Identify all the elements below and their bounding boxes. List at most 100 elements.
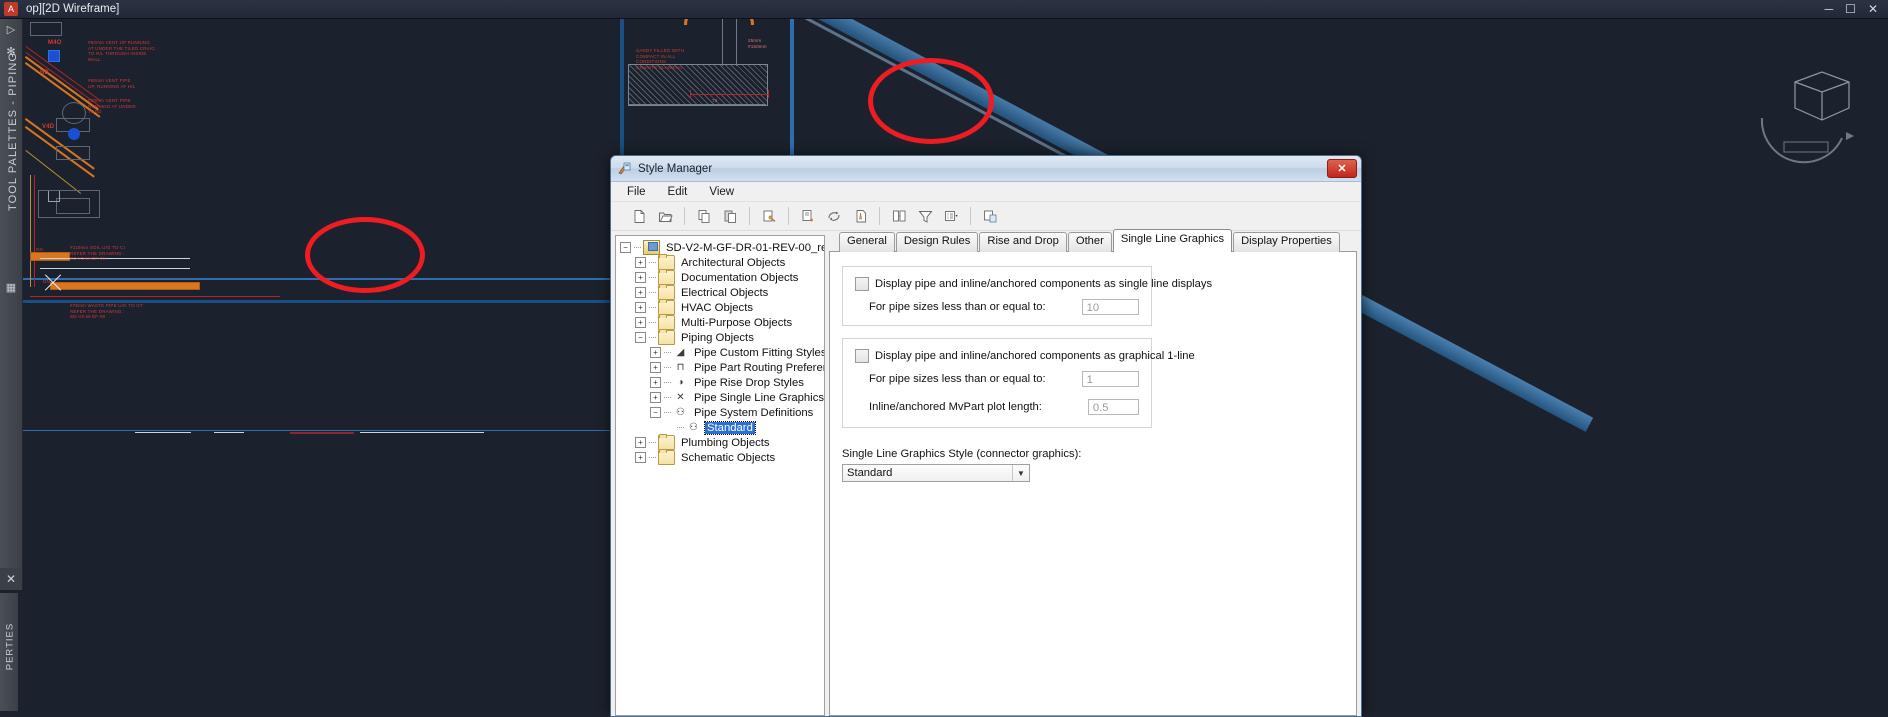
drawing-icon	[643, 240, 660, 255]
expand-icon[interactable]: +	[635, 317, 646, 328]
view-cube-icon	[1760, 71, 1854, 164]
collapse-icon[interactable]: −	[635, 332, 646, 343]
toggle-view-icon[interactable]	[887, 204, 911, 228]
single-line-size-input[interactable]: 10	[1081, 299, 1139, 315]
tree-node[interactable]: − Piping Objects	[616, 329, 824, 345]
new-drawing-icon[interactable]	[627, 204, 651, 228]
cad-fixture	[56, 146, 90, 160]
toolbar-separator	[970, 207, 971, 225]
tree-node[interactable]: + Plumbing Objects	[616, 434, 824, 450]
single-line-graphics-panel: Display pipe and inline/anchored compone…	[829, 251, 1357, 716]
tree-node[interactable]: + HVAC Objects	[616, 299, 824, 315]
expand-icon[interactable]: +	[635, 437, 646, 448]
annotation-ellipse-right	[868, 58, 994, 144]
pin-icon[interactable]: ▷	[0, 18, 22, 40]
tree-node-label: Architectural Objects	[681, 256, 786, 269]
view-options-icon[interactable]	[939, 204, 963, 228]
window-controls[interactable]: ─ ☐ ✕	[1825, 3, 1888, 15]
grid-icon[interactable]: ▦	[0, 276, 22, 298]
menu-item-file[interactable]: File	[623, 185, 650, 199]
dialog-menubar[interactable]: File Edit View	[611, 182, 1361, 202]
pipe-single-line-icon: ✕	[676, 392, 685, 403]
tab-other[interactable]: Other	[1067, 232, 1112, 252]
chevron-down-icon[interactable]: ▼	[1012, 465, 1029, 481]
style-tree[interactable]: − SD-V2-M-GF-DR-01-REV-00_recover.dw + Arch…	[615, 235, 825, 716]
filter-style-type-icon[interactable]	[913, 204, 937, 228]
tree-node[interactable]: − SD-V2-M-GF-DR-01-REV-00_recover.dw	[616, 240, 824, 255]
tree-node[interactable]: + Electrical Objects	[616, 284, 824, 300]
cad-pipe-orange	[50, 282, 200, 290]
tree-node-label: Pipe System Definitions	[694, 406, 814, 419]
tree-node[interactable]: + Multi-Purpose Objects	[616, 314, 824, 330]
expand-icon[interactable]: +	[635, 272, 646, 283]
connector-style-combobox[interactable]: Standard ▼	[842, 464, 1030, 482]
expand-icon[interactable]: +	[650, 392, 661, 403]
tree-node[interactable]: ⚇ Standard	[616, 420, 824, 435]
menu-item-view[interactable]: View	[705, 185, 738, 199]
collapse-icon[interactable]: −	[620, 242, 631, 253]
properties-palette-panel[interactable]: PERTIES	[0, 593, 18, 711]
tool-palettes-piping-panel[interactable]: ▷ ✻ TOOL PALETTES - PIPING ▦ ✕	[0, 18, 23, 590]
tree-node[interactable]: + ✕ Pipe Single Line Graphics Styles	[616, 390, 824, 405]
update-standards-icon[interactable]	[848, 204, 872, 228]
open-drawing-icon[interactable]	[653, 204, 677, 228]
tab-design-rules[interactable]: Design Rules	[895, 232, 979, 252]
cad-pipe-blue	[620, 0, 624, 160]
paste-icon[interactable]	[718, 204, 742, 228]
dialog-titlebar[interactable]: Style Manager ✕	[611, 156, 1361, 182]
expand-icon[interactable]: +	[650, 377, 661, 388]
close-button[interactable]: ✕	[1868, 3, 1878, 15]
maximize-button[interactable]: ☐	[1845, 3, 1856, 15]
dialog-title: Style Manager	[638, 162, 713, 175]
purge-styles-icon[interactable]	[796, 204, 820, 228]
tool-palette-label: TOOL PALETTES - PIPING	[7, 51, 19, 211]
expand-icon[interactable]: +	[635, 452, 646, 463]
expand-icon[interactable]: +	[650, 347, 661, 358]
tree-node[interactable]: + Architectural Objects	[616, 254, 824, 270]
inline-edit-icon[interactable]	[978, 204, 1002, 228]
tree-node[interactable]: + Documentation Objects	[616, 269, 824, 285]
tab-display-properties[interactable]: Display Properties	[1233, 232, 1340, 252]
style-manager-dialog[interactable]: Style Manager ✕ File Edit View − SD-V2-M…	[610, 155, 1362, 717]
tool-palette-close-icon[interactable]: ✕	[0, 568, 22, 590]
tree-node[interactable]: + ◢ Pipe Custom Fitting Styles	[616, 345, 824, 360]
collapse-icon[interactable]: −	[650, 407, 661, 418]
graphical-one-line-checkbox[interactable]	[855, 349, 869, 363]
mvpart-plot-length-input[interactable]: 0.5	[1087, 399, 1139, 415]
folder-icon	[658, 434, 675, 450]
tree-node[interactable]: + ⊓ Pipe Part Routing Preferences	[616, 360, 824, 375]
cad-pipe-blue	[790, 0, 794, 160]
expand-icon[interactable]: +	[635, 287, 646, 298]
edit-style-icon[interactable]	[757, 204, 781, 228]
tab-general[interactable]: General	[839, 232, 895, 252]
tab-rise-and-drop[interactable]: Rise and Drop	[979, 232, 1067, 252]
tab-single-line-graphics[interactable]: Single Line Graphics	[1112, 229, 1233, 252]
cad-fixture	[62, 102, 86, 124]
dialog-toolbar[interactable]	[611, 202, 1361, 231]
cad-annotation: #75mm WASTE PIPE U/G TO GT REFER THE DRA…	[70, 303, 143, 319]
single-line-checkbox-row[interactable]: Display pipe and inline/anchored compone…	[855, 277, 1212, 291]
tree-node[interactable]: + ◑ Pipe Rise Drop Styles	[616, 375, 824, 390]
view-cube[interactable]	[1750, 60, 1870, 170]
graphical-size-input[interactable]: 1	[1081, 371, 1139, 387]
tree-node[interactable]: − ⚇ Pipe System Definitions	[616, 405, 824, 420]
expand-icon[interactable]: +	[650, 362, 661, 373]
single-line-checkbox[interactable]	[855, 277, 869, 291]
expand-icon[interactable]: +	[635, 257, 646, 268]
tree-node[interactable]: + Schematic Objects	[616, 449, 824, 465]
app-titlebar[interactable]: A op][2D Wireframe] ─ ☐ ✕	[0, 0, 1888, 19]
single-line-checkbox-label: Display pipe and inline/anchored compone…	[875, 278, 1213, 290]
cad-annotation: V4D	[42, 124, 55, 130]
copy-icon[interactable]	[692, 204, 716, 228]
graphical-one-line-checkbox-row[interactable]: Display pipe and inline/anchored compone…	[855, 349, 1195, 363]
menu-item-edit[interactable]: Edit	[664, 185, 692, 199]
expand-icon[interactable]: +	[635, 302, 646, 313]
cad-pipe-yellow	[30, 175, 31, 287]
dialog-close-button[interactable]: ✕	[1327, 159, 1357, 178]
tab-bar[interactable]: General Design Rules Rise and Drop Other Sin…	[829, 229, 1357, 252]
set-from-icon[interactable]	[822, 204, 846, 228]
tree-node-label: Plumbing Objects	[681, 436, 770, 449]
tree-connector	[649, 321, 656, 324]
minimize-button[interactable]: ─	[1825, 3, 1834, 15]
cad-dimension-line	[290, 432, 354, 434]
